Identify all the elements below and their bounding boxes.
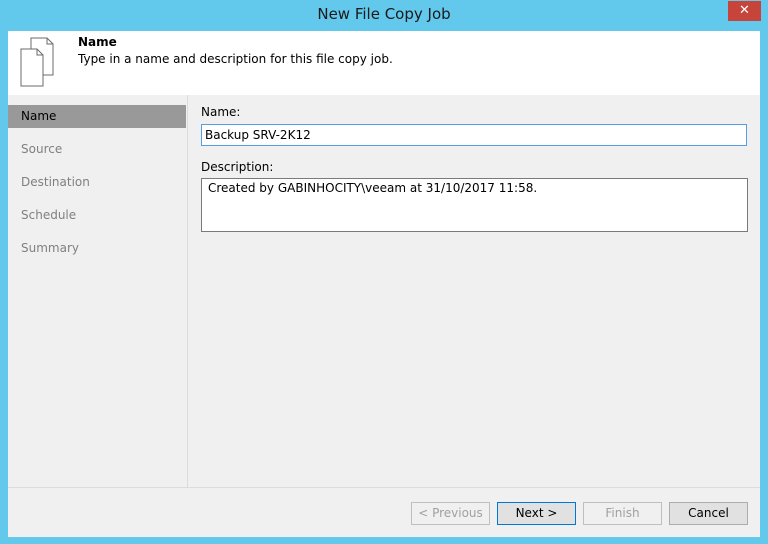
wizard-main-panel: Name: Backup SRV-2K12 Description: Creat… — [188, 95, 760, 487]
title-bar[interactable]: New File Copy Job ✕ — [0, 0, 768, 31]
wizard-header: Name Type in a name and description for … — [8, 31, 760, 95]
step-summary[interactable]: Summary — [8, 237, 186, 260]
description-label: Description: — [201, 160, 274, 174]
previous-button[interactable]: < Previous — [411, 502, 490, 525]
step-name[interactable]: Name — [8, 105, 186, 128]
step-destination[interactable]: Destination — [8, 171, 186, 194]
wizard-client-area: Name Type in a name and description for … — [8, 31, 760, 537]
step-schedule[interactable]: Schedule — [8, 204, 186, 227]
name-input[interactable]: Backup SRV-2K12 — [201, 124, 747, 146]
step-source[interactable]: Source — [8, 138, 186, 161]
name-label: Name: — [201, 105, 241, 119]
close-button[interactable]: ✕ — [728, 1, 761, 21]
finish-button[interactable]: Finish — [583, 502, 662, 525]
wizard-footer: < Previous Next > Finish Cancel — [8, 487, 760, 537]
close-icon: ✕ — [739, 3, 750, 18]
cancel-button[interactable]: Cancel — [669, 502, 748, 525]
wizard-steps-sidebar: Name Source Destination Schedule Summary — [8, 95, 188, 487]
next-button[interactable]: Next > — [497, 502, 576, 525]
document-copy-icon — [20, 37, 54, 87]
wizard-window: New File Copy Job ✕ Name Type in a name … — [0, 0, 768, 544]
window-title: New File Copy Job — [317, 5, 451, 23]
page-description: Type in a name and description for this … — [78, 52, 393, 66]
description-textarea[interactable]: Created by GABINHOCITY\veeam at 31/10/20… — [201, 178, 748, 232]
page-title: Name — [78, 35, 117, 49]
